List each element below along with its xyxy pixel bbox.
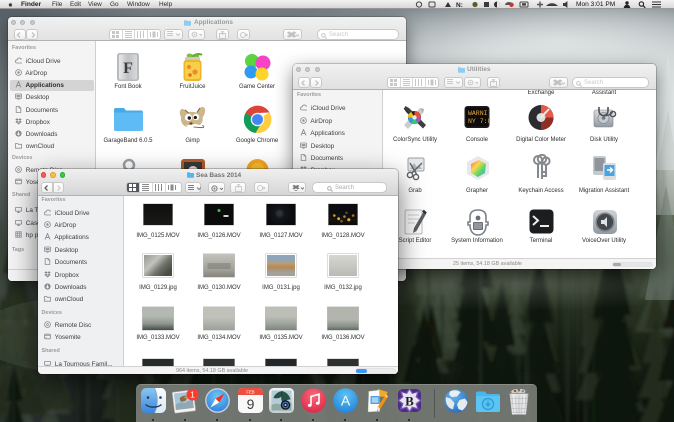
svg-text:WARNI: WARNI (468, 110, 488, 117)
svg-text:F: F (123, 60, 133, 77)
svg-text:N:: N: (456, 2, 463, 8)
svg-text:NY 7:86: NY 7:86 (468, 118, 490, 125)
svg-text:9: 9 (246, 396, 254, 412)
svg-text:1: 1 (190, 389, 195, 399)
svg-text:FEB: FEB (246, 390, 254, 395)
svg-text:B: B (405, 394, 414, 409)
svg-text:A: A (340, 393, 350, 409)
